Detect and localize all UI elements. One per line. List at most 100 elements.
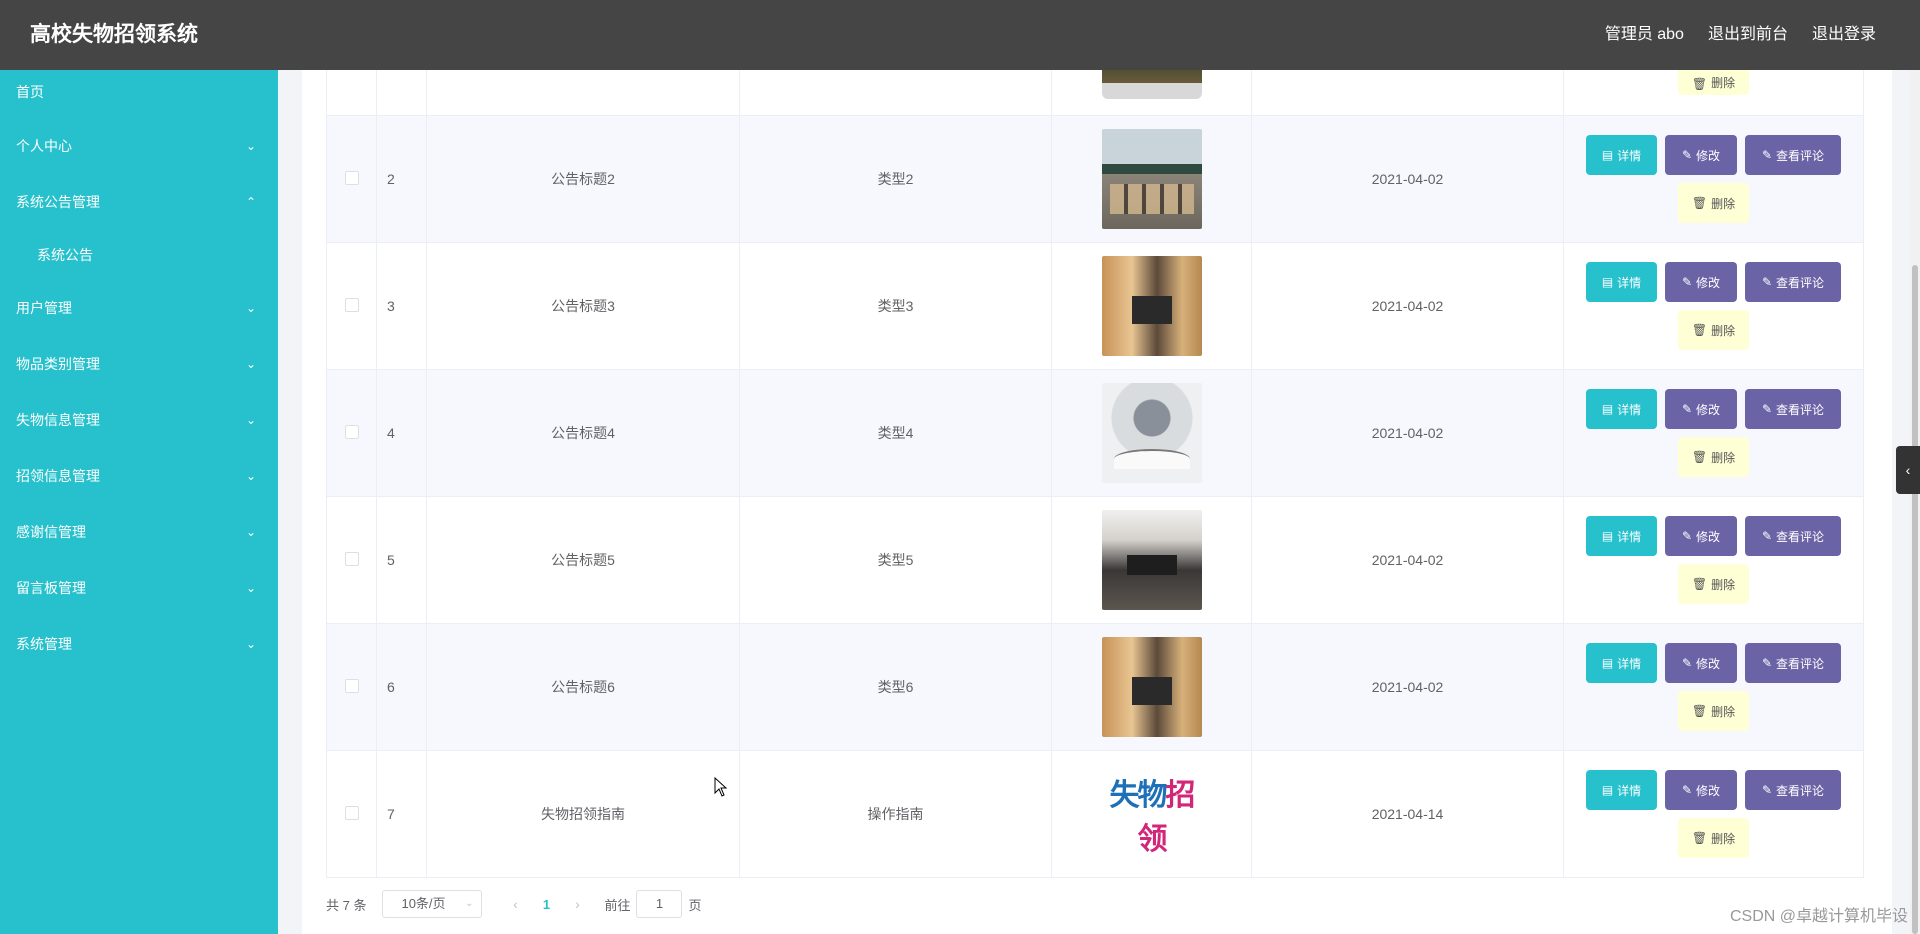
view-comments-button[interactable]: ✎ 查看评论	[1745, 262, 1841, 302]
detail-button[interactable]: ▤ 详情	[1586, 770, 1657, 810]
exit-to-front-link[interactable]: 退出到前台	[1708, 0, 1788, 70]
detail-button[interactable]: ▤ 详情	[1586, 516, 1657, 556]
edit-button[interactable]: ✎ 修改	[1665, 643, 1737, 683]
view-comments-button[interactable]: ✎ 查看评论	[1745, 389, 1841, 429]
next-page-icon[interactable]: ›	[562, 896, 592, 912]
row-index: 7	[376, 750, 427, 878]
sidebar-item-thanks-mgmt[interactable]: 感谢信管理 ⌄	[0, 504, 278, 560]
announcement-image	[1101, 70, 1202, 99]
row-type: 类型2	[739, 115, 1052, 243]
announcement-image[interactable]	[1101, 637, 1202, 737]
logout-link[interactable]: 退出登录	[1812, 0, 1876, 70]
document-icon: ▤	[1601, 402, 1614, 416]
delete-button[interactable]: 🗑 删除	[1678, 70, 1749, 95]
row-date: 2021-04-02	[1251, 623, 1564, 751]
sidebar-item-category-mgmt[interactable]: 物品类别管理 ⌄	[0, 336, 278, 392]
sidebar-item-label: 首页	[16, 84, 44, 100]
row-checkbox[interactable]	[344, 678, 359, 693]
view-comments-button[interactable]: ✎ 查看评论	[1745, 770, 1841, 810]
pencil-icon: ✎	[1761, 656, 1773, 670]
row-checkbox[interactable]	[344, 551, 359, 566]
edit-button[interactable]: ✎ 修改	[1665, 262, 1737, 302]
table-row: 6 公告标题6 类型6 2021-04-02 ▤ 详情 ✎ 修改 ✎ 查看评论 🗑 删除	[326, 623, 1864, 751]
delete-button[interactable]: 🗑 删除	[1678, 437, 1749, 477]
sidebar-item-announcement-mgmt[interactable]: 系统公告管理 ⌃	[0, 174, 278, 230]
announcement-image[interactable]	[1101, 256, 1202, 356]
document-icon: ▤	[1601, 529, 1614, 543]
page-number[interactable]: 1	[530, 897, 562, 912]
announcement-image[interactable]	[1101, 129, 1202, 229]
pencil-icon: ✎	[1681, 656, 1693, 670]
chevron-down-icon: ⌄	[245, 413, 256, 427]
top-bar: 高校失物招领系统 管理员 abo 退出到前台 退出登录	[0, 0, 1920, 70]
sidebar-item-system-mgmt[interactable]: 系统管理 ⌄	[0, 616, 278, 672]
edit-button[interactable]: ✎ 修改	[1665, 516, 1737, 556]
page-size-select[interactable]: 10条/页 ⌄	[382, 890, 483, 918]
row-type: 操作指南	[739, 750, 1052, 878]
view-comments-button[interactable]: ✎ 查看评论	[1745, 135, 1841, 175]
view-comments-button[interactable]: ✎ 查看评论	[1745, 516, 1841, 556]
delete-button[interactable]: 🗑 删除	[1678, 818, 1749, 858]
mouse-cursor-icon	[714, 777, 728, 797]
total-count: 共 7 条	[326, 897, 367, 913]
row-checkbox[interactable]	[344, 170, 359, 185]
pencil-icon: ✎	[1761, 275, 1773, 289]
announcement-image[interactable]	[1101, 510, 1202, 610]
pencil-icon: ✎	[1761, 783, 1773, 797]
delete-button[interactable]: 🗑 删除	[1678, 183, 1749, 223]
sidebar-item-home[interactable]: 首页	[0, 66, 278, 118]
sidebar-subitem-announcement[interactable]: 系统公告	[0, 230, 278, 280]
row-title: 失物招领指南	[426, 750, 740, 878]
delete-button[interactable]: 🗑 删除	[1678, 310, 1749, 350]
collapse-panel-icon[interactable]: ‹	[1896, 446, 1920, 494]
sidebar-item-user-mgmt[interactable]: 用户管理 ⌄	[0, 280, 278, 336]
row-title: 公告标题6	[426, 623, 740, 751]
sidebar-item-personal-center[interactable]: 个人中心 ⌄	[0, 118, 278, 174]
sidebar-item-label: 用户管理	[16, 300, 72, 316]
sidebar-item-found-mgmt[interactable]: 招领信息管理 ⌄	[0, 448, 278, 504]
goto-page-input[interactable]: 1	[636, 890, 683, 918]
document-icon: ▤	[1601, 275, 1614, 289]
sidebar-item-label: 系统公告	[37, 247, 93, 263]
row-date: 2021-04-02	[1251, 369, 1564, 497]
announcement-image[interactable]: 失物招领	[1101, 764, 1202, 864]
document-icon: ▤	[1601, 148, 1614, 162]
sidebar-item-label: 系统管理	[16, 636, 72, 652]
table-row: 4 公告标题4 类型4 2021-04-02 ▤ 详情 ✎ 修改 ✎ 查看评论 🗑 删除	[326, 369, 1864, 497]
edit-button[interactable]: ✎ 修改	[1665, 389, 1737, 429]
row-checkbox[interactable]	[344, 297, 359, 312]
detail-button[interactable]: ▤ 详情	[1586, 643, 1657, 683]
announcement-image[interactable]	[1101, 383, 1202, 483]
scrollbar-thumb[interactable]	[1912, 265, 1918, 934]
admin-user-label: 管理员 abo	[1604, 26, 1684, 43]
detail-button[interactable]: ▤ 详情	[1586, 135, 1657, 175]
edit-button[interactable]: ✎ 修改	[1665, 770, 1737, 810]
pencil-icon: ✎	[1681, 148, 1693, 162]
delete-button[interactable]: 🗑 删除	[1678, 564, 1749, 604]
chevron-down-icon: ⌄	[245, 357, 256, 371]
edit-button[interactable]: ✎ 修改	[1665, 135, 1737, 175]
sidebar-item-message-board[interactable]: 留言板管理 ⌄	[0, 560, 278, 616]
sidebar-item-lost-mgmt[interactable]: 失物信息管理 ⌄	[0, 392, 278, 448]
row-index: 4	[376, 369, 427, 497]
chevron-down-icon: ⌄	[245, 469, 256, 483]
chevron-down-icon: ⌄	[245, 139, 256, 153]
row-checkbox[interactable]	[344, 805, 359, 820]
sidebar-item-label: 感谢信管理	[16, 524, 86, 540]
detail-button[interactable]: ▤ 详情	[1586, 389, 1657, 429]
view-comments-button[interactable]: ✎ 查看评论	[1745, 643, 1841, 683]
table-row: 7 失物招领指南 操作指南 失物招领 2021-04-14 ▤ 详情 ✎ 修改 ✎ 查…	[326, 750, 1864, 878]
sidebar-item-label: 招领信息管理	[16, 468, 100, 484]
delete-button[interactable]: 🗑 删除	[1678, 691, 1749, 731]
vertical-scrollbar[interactable]	[1910, 70, 1920, 934]
row-index: 6	[376, 623, 427, 751]
prev-page-icon[interactable]: ‹	[500, 896, 530, 912]
pencil-icon: ✎	[1681, 402, 1693, 416]
table-row: 2 公告标题2 类型2 2021-04-02 ▤ 详情 ✎ 修改 ✎ 查看评论 🗑 删除	[326, 115, 1864, 243]
row-type: 类型6	[739, 623, 1052, 751]
row-index: 2	[376, 115, 427, 243]
main-area: 🗑 删除 2 公告标题2 类型2 2021-04-02 ▤ 详情 ✎ 修改 ✎ 查看评论	[278, 70, 1920, 934]
detail-button[interactable]: ▤ 详情	[1586, 262, 1657, 302]
table-row: 5 公告标题5 类型5 2021-04-02 ▤ 详情 ✎ 修改 ✎ 查看评论 🗑 删除	[326, 496, 1864, 624]
row-checkbox[interactable]	[344, 424, 359, 439]
